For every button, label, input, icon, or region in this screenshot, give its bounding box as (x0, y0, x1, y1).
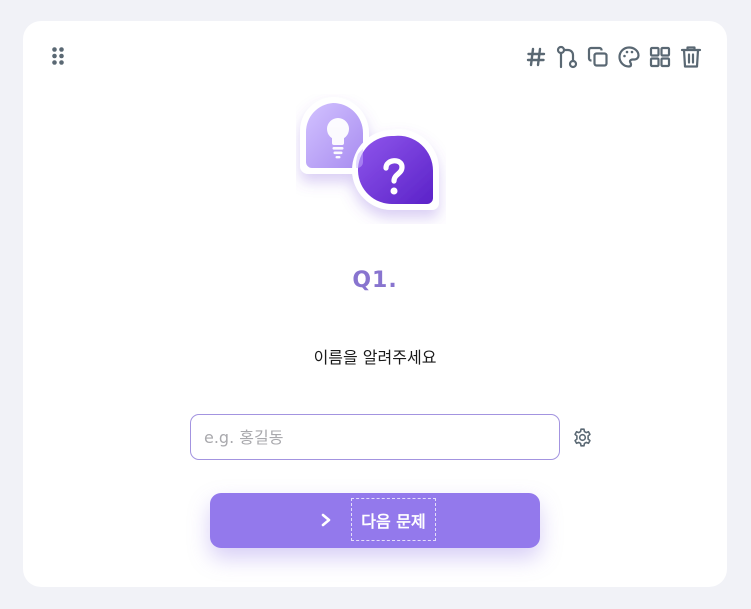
question-card: Q1. 이름을 알려주세요 다음 문제 (23, 21, 727, 587)
question-number: Q1. (352, 268, 398, 293)
grid-icon[interactable] (647, 44, 672, 70)
gear-icon[interactable] (570, 425, 594, 449)
trash-icon[interactable] (678, 44, 703, 70)
question-title: 이름을 알려주세요 (313, 348, 437, 367)
palette-icon[interactable] (616, 44, 641, 70)
chevron-right-icon (319, 512, 333, 528)
answer-input[interactable] (190, 414, 560, 460)
question-illustration (296, 94, 446, 224)
card-toolbar (523, 43, 703, 71)
drag-handle-icon[interactable] (51, 46, 65, 66)
hash-icon[interactable] (523, 44, 548, 70)
copy-icon[interactable] (585, 44, 610, 70)
next-question-button[interactable]: 다음 문제 (210, 493, 540, 548)
branch-icon[interactable] (554, 44, 579, 70)
next-question-label: 다음 문제 (351, 498, 436, 541)
